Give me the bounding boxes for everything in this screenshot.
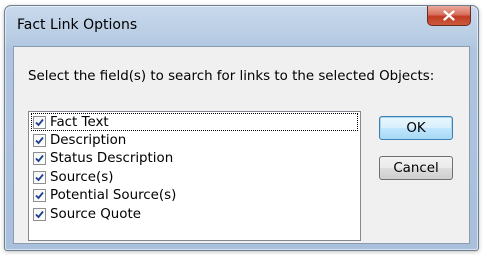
window-title: Fact Link Options bbox=[17, 17, 138, 33]
field-label: Source(s) bbox=[50, 169, 114, 185]
cancel-button[interactable]: Cancel bbox=[379, 156, 453, 180]
checkmark-icon bbox=[35, 118, 44, 126]
instruction-text: Select the field(s) to search for links … bbox=[28, 69, 435, 84]
checkbox-source-quote[interactable] bbox=[33, 207, 46, 221]
checkmark-icon bbox=[35, 173, 44, 181]
field-item-description[interactable]: Description bbox=[31, 131, 126, 149]
field-checklist[interactable]: Fact Text Description Status Description… bbox=[28, 111, 361, 241]
checkbox-fact-text[interactable] bbox=[33, 115, 46, 129]
field-item-source-quote[interactable]: Source Quote bbox=[31, 205, 141, 223]
checkbox-sources[interactable] bbox=[33, 170, 46, 184]
checkbox-status-description[interactable] bbox=[33, 151, 46, 165]
checkbox-description[interactable] bbox=[33, 133, 46, 147]
close-icon bbox=[443, 6, 455, 25]
field-item-sources[interactable]: Source(s) bbox=[31, 168, 113, 186]
field-label: Potential Source(s) bbox=[50, 187, 177, 203]
field-label: Status Description bbox=[50, 150, 174, 166]
checkbox-potential-sources[interactable] bbox=[33, 188, 46, 202]
field-label: Fact Text bbox=[50, 114, 109, 130]
checkmark-icon bbox=[35, 136, 44, 144]
field-item-fact-text[interactable]: Fact Text bbox=[31, 113, 358, 131]
dialog-window: Fact Link Options Select the field(s) to… bbox=[4, 5, 479, 251]
field-label: Description bbox=[50, 132, 127, 148]
close-button[interactable] bbox=[427, 6, 471, 26]
checkmark-icon bbox=[35, 191, 44, 199]
field-item-potential-sources[interactable]: Potential Source(s) bbox=[31, 186, 176, 204]
checkmark-icon bbox=[35, 210, 44, 218]
field-label: Source Quote bbox=[50, 206, 141, 222]
dialog-body: Select the field(s) to search for links … bbox=[13, 46, 470, 244]
field-item-status-description[interactable]: Status Description bbox=[31, 149, 173, 167]
checkmark-icon bbox=[35, 154, 44, 162]
ok-button[interactable]: OK bbox=[379, 116, 453, 140]
